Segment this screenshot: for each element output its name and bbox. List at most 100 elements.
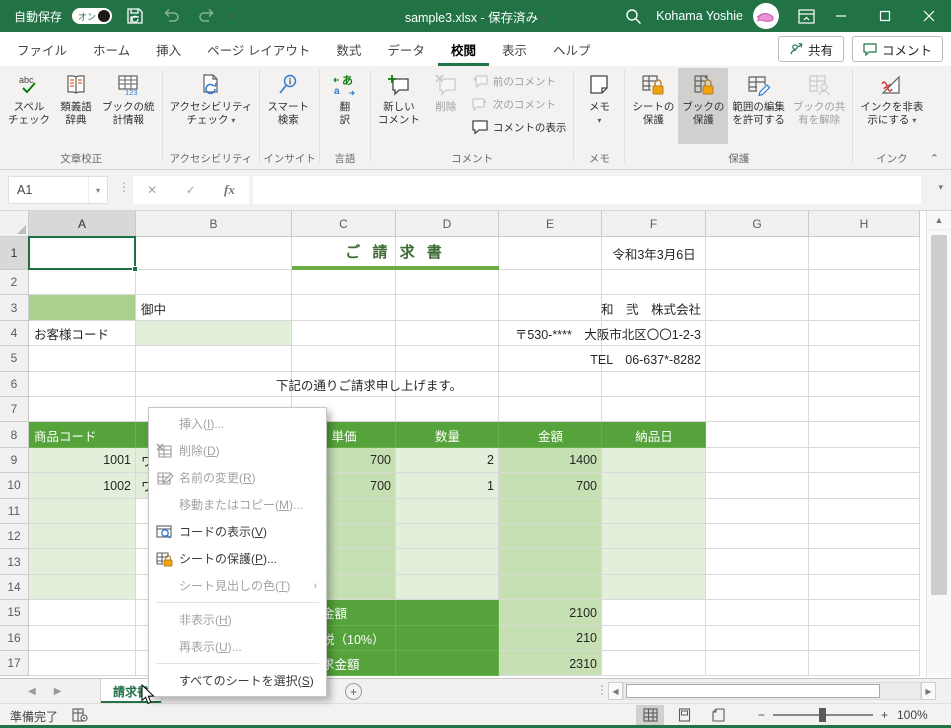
- new-sheet-button[interactable]: +: [345, 683, 362, 700]
- row-header-12[interactable]: 12: [0, 524, 29, 550]
- close-button[interactable]: [907, 0, 951, 32]
- sheet-nav-prev-icon[interactable]: ◀: [28, 686, 36, 697]
- scroll-right-icon[interactable]: ▶: [921, 682, 936, 700]
- cell-F14[interactable]: [602, 574, 706, 601]
- column-header-C[interactable]: C: [292, 211, 396, 237]
- horizontal-scroll-thumb[interactable]: [626, 684, 880, 698]
- cell-A14[interactable]: [29, 574, 136, 601]
- cell-G3[interactable]: [706, 295, 809, 321]
- zoom-out-icon[interactable]: −: [758, 708, 765, 722]
- cell-B2[interactable]: [136, 270, 292, 296]
- ribbon-tab-校閲[interactable]: 校閲: [438, 32, 489, 66]
- cell-H15[interactable]: [809, 600, 920, 626]
- zoom-slider-thumb[interactable]: [819, 708, 827, 722]
- row-header-2[interactable]: 2: [0, 270, 29, 296]
- cell-G5[interactable]: [706, 346, 809, 372]
- cell-A15[interactable]: [29, 600, 136, 626]
- cell-H11[interactable]: [809, 498, 920, 524]
- cell-E12[interactable]: [499, 524, 602, 550]
- menu-item-コードの表示[interactable]: コードの表示(V): [149, 518, 326, 545]
- cell-B5[interactable]: [136, 346, 292, 372]
- column-header-D[interactable]: D: [396, 211, 499, 237]
- ribbon-tab-データ[interactable]: データ: [374, 32, 438, 66]
- column-header-E[interactable]: E: [499, 211, 602, 237]
- translate-button[interactable]: あa翻訳: [323, 68, 367, 144]
- column-header-G[interactable]: G: [706, 211, 809, 237]
- share-button[interactable]: 共有: [777, 36, 844, 62]
- expand-formula-bar-icon[interactable]: ▾: [938, 182, 943, 193]
- column-header-B[interactable]: B: [136, 211, 292, 237]
- menu-item-すべてのシートを選択[interactable]: すべてのシートを選択(S): [149, 667, 326, 694]
- cell-F11[interactable]: [602, 498, 706, 524]
- cell-H7[interactable]: [809, 397, 920, 423]
- cell-A11[interactable]: [29, 498, 136, 524]
- maximize-button[interactable]: [863, 0, 907, 32]
- save-icon[interactable]: [122, 3, 148, 29]
- cell-H3[interactable]: [809, 295, 920, 321]
- note-button[interactable]: メモ ▾: [577, 68, 621, 144]
- cell-G1[interactable]: [706, 237, 809, 270]
- page-break-preview-button[interactable]: [704, 705, 732, 725]
- cell-E7[interactable]: [499, 397, 602, 423]
- accessibility-check-button[interactable]: アクセシビリティ チェック ▾: [166, 68, 257, 144]
- cell-F7[interactable]: [602, 397, 706, 423]
- ribbon-tab-ページ レイアウト[interactable]: ページ レイアウト: [194, 32, 323, 66]
- cell-C2[interactable]: [292, 270, 396, 296]
- cell-E14[interactable]: [499, 574, 602, 601]
- page-layout-view-button[interactable]: [670, 705, 698, 725]
- scroll-left-icon[interactable]: ◀: [608, 682, 623, 700]
- ribbon-tab-表示[interactable]: 表示: [489, 32, 540, 66]
- cell-B1[interactable]: [136, 237, 292, 270]
- normal-view-button[interactable]: [636, 705, 664, 725]
- protect-workbook-button[interactable]: ブックの 保護: [678, 68, 729, 144]
- ribbon-tab-挿入[interactable]: 挿入: [143, 32, 194, 66]
- autosave-toggle[interactable]: オン: [72, 8, 113, 24]
- cell-F17[interactable]: [602, 651, 706, 677]
- sheet-nav-next-icon[interactable]: ▶: [54, 686, 62, 697]
- cell-G6[interactable]: [706, 371, 809, 397]
- ribbon-display-options-icon[interactable]: [793, 3, 819, 29]
- cell-E1[interactable]: [499, 237, 602, 270]
- cell-D7[interactable]: [396, 397, 499, 423]
- row-header-9[interactable]: 9: [0, 447, 29, 474]
- row-header-15[interactable]: 15: [0, 600, 29, 626]
- row-header-8[interactable]: 8: [0, 422, 29, 448]
- cell-F9[interactable]: [602, 447, 706, 474]
- cell-G8[interactable]: [706, 422, 809, 448]
- thesaurus-button[interactable]: 類義語 辞典: [54, 68, 98, 144]
- cell-F12[interactable]: [602, 524, 706, 550]
- ribbon-tab-ファイル[interactable]: ファイル: [4, 32, 80, 66]
- cell-H17[interactable]: [809, 651, 920, 677]
- row-header-17[interactable]: 17: [0, 651, 29, 677]
- cell-G2[interactable]: [706, 270, 809, 296]
- quick-access-chevron-icon[interactable]: ▾: [230, 12, 234, 21]
- column-header-A[interactable]: A: [29, 211, 136, 237]
- cell-E2[interactable]: [499, 270, 602, 296]
- cell-F15[interactable]: [602, 600, 706, 626]
- select-all-corner[interactable]: [0, 211, 29, 237]
- row-header-3[interactable]: 3: [0, 295, 29, 321]
- cell-H9[interactable]: [809, 447, 920, 474]
- workbook-stats-button[interactable]: 123 ブックの統 計情報: [98, 68, 159, 144]
- cell-D14[interactable]: [396, 574, 499, 601]
- cell-G11[interactable]: [706, 498, 809, 524]
- user-name[interactable]: Kohama Yoshie: [656, 9, 743, 23]
- row-header-11[interactable]: 11: [0, 498, 29, 524]
- cell-G15[interactable]: [706, 600, 809, 626]
- ribbon-tab-ヘルプ[interactable]: ヘルプ: [540, 32, 604, 66]
- accessibility-status-icon[interactable]: [72, 707, 88, 723]
- cell-H5[interactable]: [809, 346, 920, 372]
- cell-G4[interactable]: [706, 320, 809, 347]
- menu-item-シートの保護[interactable]: シートの保護(P)...: [149, 545, 326, 572]
- cell-D12[interactable]: [396, 524, 499, 550]
- cell-H13[interactable]: [809, 549, 920, 575]
- cell-H2[interactable]: [809, 270, 920, 296]
- spellcheck-button[interactable]: abc スペル チェック: [4, 68, 54, 144]
- cell-G14[interactable]: [706, 574, 809, 601]
- search-icon[interactable]: [620, 3, 646, 29]
- avatar[interactable]: [753, 3, 779, 29]
- row-header-10[interactable]: 10: [0, 473, 29, 499]
- row-header-14[interactable]: 14: [0, 574, 29, 601]
- cell-G7[interactable]: [706, 397, 809, 423]
- zoom-in-icon[interactable]: +: [881, 708, 888, 722]
